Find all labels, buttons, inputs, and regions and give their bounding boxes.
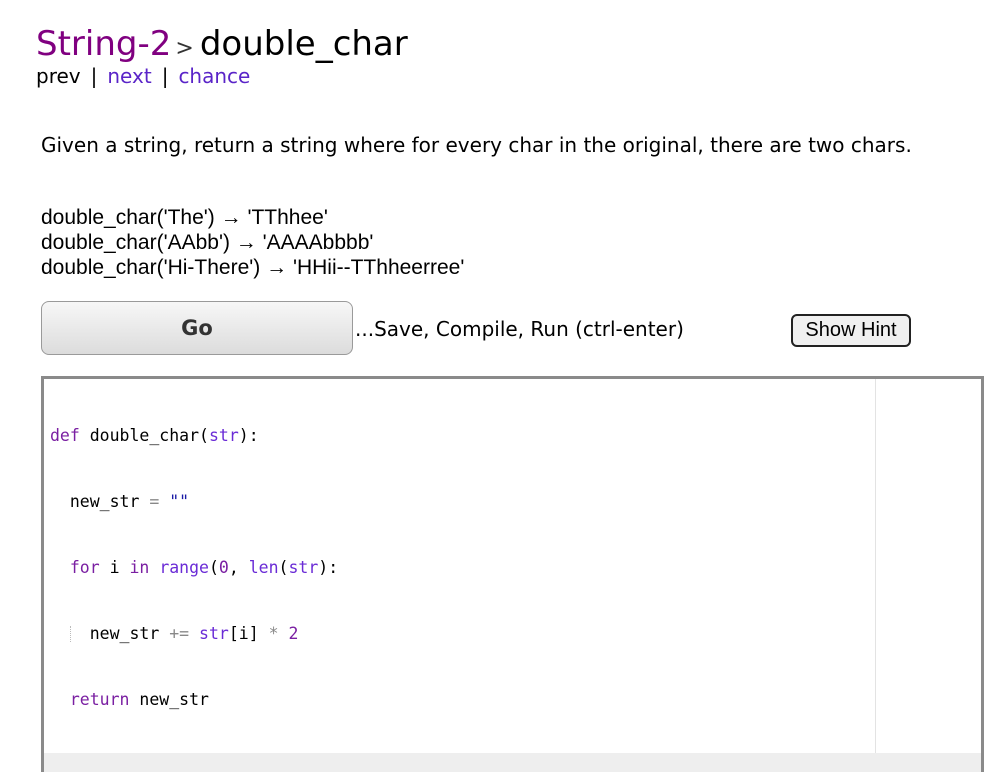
code-line[interactable]: new_str = "" bbox=[50, 491, 338, 513]
code-token: "" bbox=[169, 492, 190, 511]
go-button[interactable]: Go bbox=[41, 301, 353, 355]
next-link[interactable]: next bbox=[107, 64, 151, 88]
breadcrumb-separator: > bbox=[175, 36, 194, 61]
code-token: return bbox=[69, 690, 130, 709]
code-token: , bbox=[228, 558, 239, 577]
code-token: new_str bbox=[89, 624, 160, 643]
code-token: [i] bbox=[228, 624, 259, 643]
nav-divider: | bbox=[161, 64, 169, 88]
code-token: str bbox=[199, 624, 229, 643]
code-token: new_str bbox=[139, 690, 209, 709]
chance-link[interactable]: chance bbox=[178, 64, 250, 88]
code-token: += bbox=[169, 624, 190, 643]
code-token: 0 bbox=[218, 558, 229, 577]
page-title: double_char bbox=[199, 24, 408, 64]
problem-description: Given a string, return a string where fo… bbox=[41, 133, 912, 157]
code-content[interactable]: def double_char(str): new_str = "" for i… bbox=[50, 381, 338, 755]
section-link[interactable]: String-2 bbox=[36, 24, 171, 64]
code-token: = bbox=[149, 492, 160, 511]
code-token: ( bbox=[208, 558, 219, 577]
page: String-2 > double_char prev | next | chance Gi… bbox=[0, 0, 999, 772]
code-token: for bbox=[69, 558, 100, 577]
example-item: double_char('Hi-There') → 'HHii--TThheer… bbox=[41, 256, 465, 279]
code-token: ( bbox=[278, 558, 289, 577]
nav-divider: | bbox=[90, 64, 98, 88]
code-token: i bbox=[109, 558, 120, 577]
code-token: in bbox=[129, 558, 150, 577]
indent-guide bbox=[70, 626, 71, 642]
horizontal-scrollbar[interactable] bbox=[44, 753, 981, 772]
code-token: ): bbox=[238, 426, 259, 445]
problem-nav: prev | next | chance bbox=[36, 63, 250, 89]
code-token: ( bbox=[199, 426, 209, 445]
code-token: def bbox=[50, 426, 80, 445]
examples-list: double_char('The') → 'TThhee' double_cha… bbox=[41, 205, 464, 280]
code-line[interactable]: def double_char(str): bbox=[50, 425, 338, 447]
go-caption: ...Save, Compile, Run (ctrl-enter) bbox=[355, 317, 684, 341]
code-token: ): bbox=[318, 558, 339, 577]
code-token: double_char bbox=[89, 426, 200, 445]
code-token: * bbox=[268, 624, 279, 643]
example-item: double_char('AAbb') → 'AAAAbbbb' bbox=[41, 231, 374, 254]
print-margin-line bbox=[875, 379, 876, 772]
code-token: len bbox=[248, 558, 279, 577]
code-line[interactable]: return new_str bbox=[50, 689, 338, 711]
show-hint-button[interactable]: Show Hint bbox=[791, 314, 911, 347]
code-token: 2 bbox=[288, 624, 299, 643]
code-line[interactable]: for i in range(0, len(str): bbox=[50, 557, 338, 579]
prev-label: prev bbox=[36, 64, 81, 88]
code-token: new_str bbox=[69, 492, 140, 511]
code-editor[interactable]: def double_char(str): new_str = "" for i… bbox=[41, 376, 984, 772]
example-item: double_char('The') → 'TThhee' bbox=[41, 206, 328, 229]
code-line[interactable]: new_str += str[i] * 2 bbox=[50, 623, 338, 645]
code-token: range bbox=[159, 558, 209, 577]
code-token: str bbox=[208, 426, 239, 445]
code-token: str bbox=[288, 558, 319, 577]
